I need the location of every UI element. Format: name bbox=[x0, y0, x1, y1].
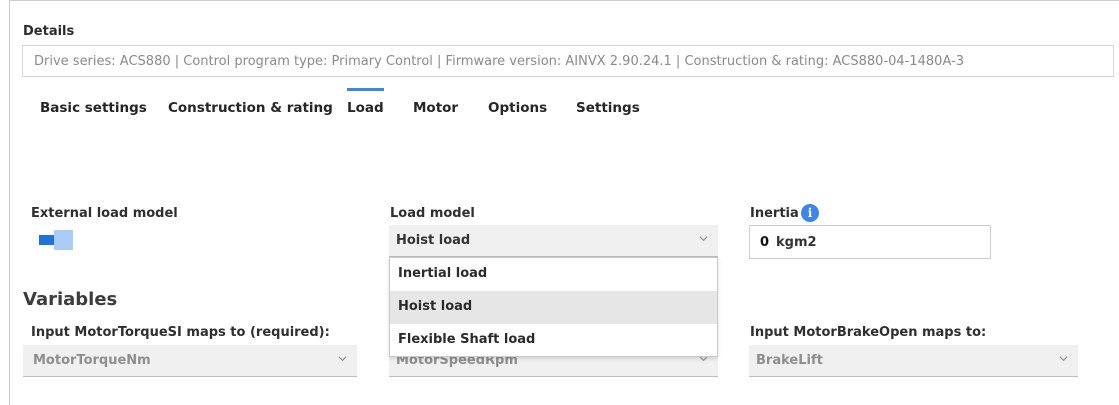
load-model-option-flexible-shaft[interactable]: Flexible Shaft load bbox=[390, 324, 717, 357]
toggle-on-indicator bbox=[39, 235, 54, 245]
chevron-down-icon bbox=[338, 356, 347, 362]
tab-settings[interactable]: Settings bbox=[576, 88, 640, 124]
details-summary-field: Drive series: ACS880 | Control program t… bbox=[22, 45, 1114, 77]
motor-torque-select[interactable]: MotorTorqueNm bbox=[23, 345, 357, 377]
external-load-model-toggle[interactable] bbox=[39, 230, 73, 250]
variables-title: Variables bbox=[23, 289, 118, 310]
inertia-value: 0 bbox=[760, 235, 770, 250]
inertia-unit: kgm2 bbox=[776, 235, 817, 250]
tab-motor[interactable]: Motor bbox=[413, 88, 458, 124]
motor-brake-label: Input MotorBrakeOpen maps to: bbox=[750, 325, 987, 340]
chevron-down-icon bbox=[1059, 356, 1068, 362]
motor-brake-select[interactable]: BrakeLift bbox=[749, 345, 1078, 377]
option-label: Hoist load bbox=[398, 299, 473, 314]
load-model-label: Load model bbox=[390, 206, 475, 221]
load-model-dropdown: Inertial load Hoist load Flexible Shaft … bbox=[389, 257, 718, 357]
tab-basic-settings[interactable]: Basic settings bbox=[40, 88, 147, 124]
inertia-input[interactable]: 0 kgm2 bbox=[749, 225, 991, 259]
panel-top-border bbox=[9, 0, 1119, 1]
load-model-option-hoist[interactable]: Hoist load bbox=[390, 291, 717, 324]
external-load-model-label: External load model bbox=[31, 206, 178, 221]
tab-construction-rating[interactable]: Construction & rating bbox=[168, 88, 333, 124]
option-label: Inertial load bbox=[398, 266, 488, 281]
motor-brake-value: BrakeLift bbox=[756, 353, 823, 368]
option-label: Flexible Shaft load bbox=[398, 332, 536, 347]
motor-torque-label: Input MotorTorqueSI maps to (required): bbox=[31, 325, 330, 340]
load-model-option-inertial[interactable]: Inertial load bbox=[390, 258, 717, 291]
inertia-label: Inertia bbox=[750, 206, 799, 221]
info-icon[interactable]: i bbox=[801, 204, 819, 222]
chevron-down-icon bbox=[699, 236, 708, 242]
details-summary-text: Drive series: ACS880 | Control program t… bbox=[34, 54, 965, 69]
motor-torque-value: MotorTorqueNm bbox=[33, 353, 151, 368]
tab-load[interactable]: Load bbox=[347, 88, 384, 124]
toggle-knob bbox=[54, 230, 73, 250]
details-label: Details bbox=[23, 24, 75, 39]
load-model-select[interactable]: Hoist load bbox=[389, 225, 718, 257]
tab-options[interactable]: Options bbox=[488, 88, 547, 124]
load-model-value: Hoist load bbox=[396, 233, 471, 248]
